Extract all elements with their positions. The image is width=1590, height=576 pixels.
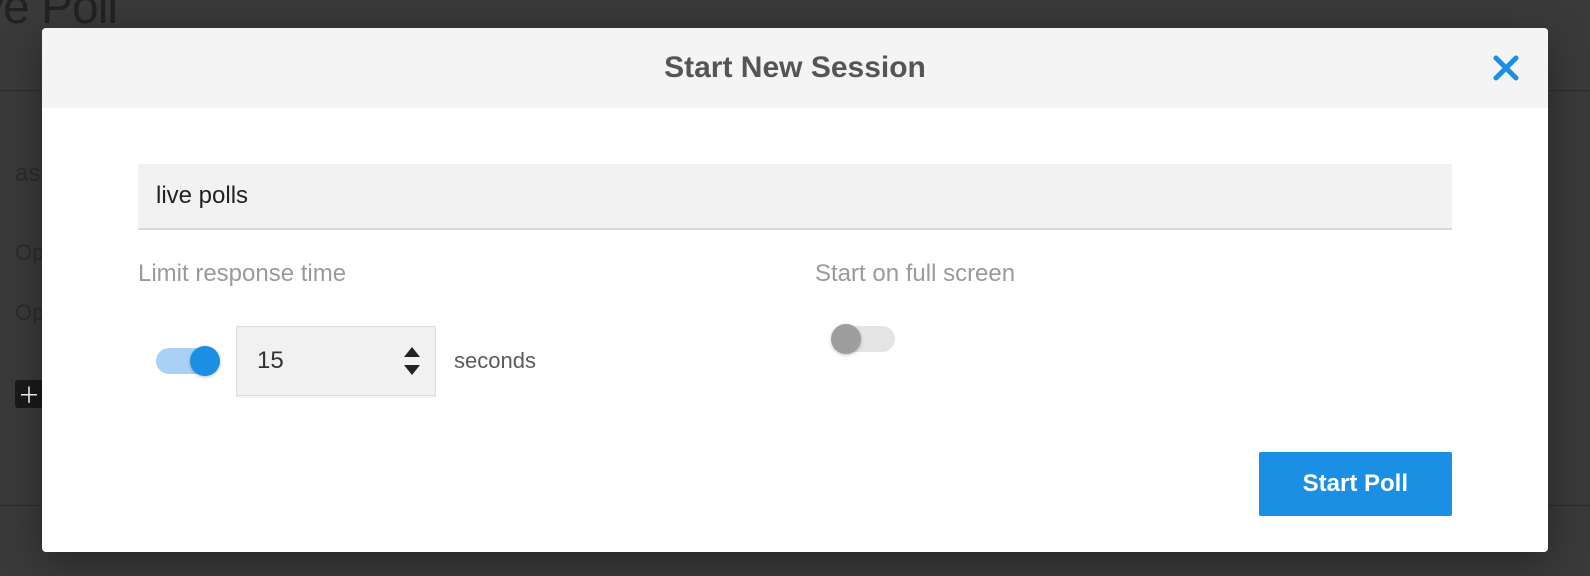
limit-response-time-controls: seconds	[138, 326, 775, 396]
start-poll-button[interactable]: Start Poll	[1259, 452, 1452, 516]
background-option-1: Op	[15, 240, 44, 266]
options-row: Limit response time seconds	[138, 260, 1452, 396]
response-time-unit: seconds	[454, 348, 536, 374]
modal-footer: Start Poll	[42, 452, 1548, 552]
plus-icon: ＋	[15, 380, 43, 408]
fullscreen-section: Start on full screen	[815, 260, 1452, 396]
fullscreen-toggle[interactable]	[833, 326, 895, 352]
background-option-2: Op	[15, 300, 44, 326]
fullscreen-controls	[815, 326, 1452, 352]
start-session-modal: Start New Session Limit response time	[42, 28, 1548, 552]
stepper-down-icon[interactable]	[404, 365, 420, 375]
toggle-knob	[190, 346, 220, 376]
limit-response-time-label: Limit response time	[138, 260, 775, 288]
session-name-input[interactable]	[138, 164, 1452, 230]
background-row-label: as	[15, 160, 40, 188]
close-icon	[1491, 53, 1521, 83]
stepper-arrows	[399, 327, 425, 395]
stepper-up-icon[interactable]	[404, 347, 420, 357]
response-time-stepper[interactable]	[236, 326, 436, 396]
toggle-knob	[831, 324, 861, 354]
modal-header: Start New Session	[42, 28, 1548, 108]
fullscreen-label: Start on full screen	[815, 260, 1452, 288]
limit-response-time-section: Limit response time seconds	[138, 260, 775, 396]
close-button[interactable]	[1488, 50, 1524, 86]
modal-title: Start New Session	[664, 51, 926, 85]
response-time-input[interactable]	[237, 327, 377, 395]
limit-response-time-toggle[interactable]	[156, 348, 218, 374]
modal-body: Limit response time seconds	[42, 108, 1548, 452]
